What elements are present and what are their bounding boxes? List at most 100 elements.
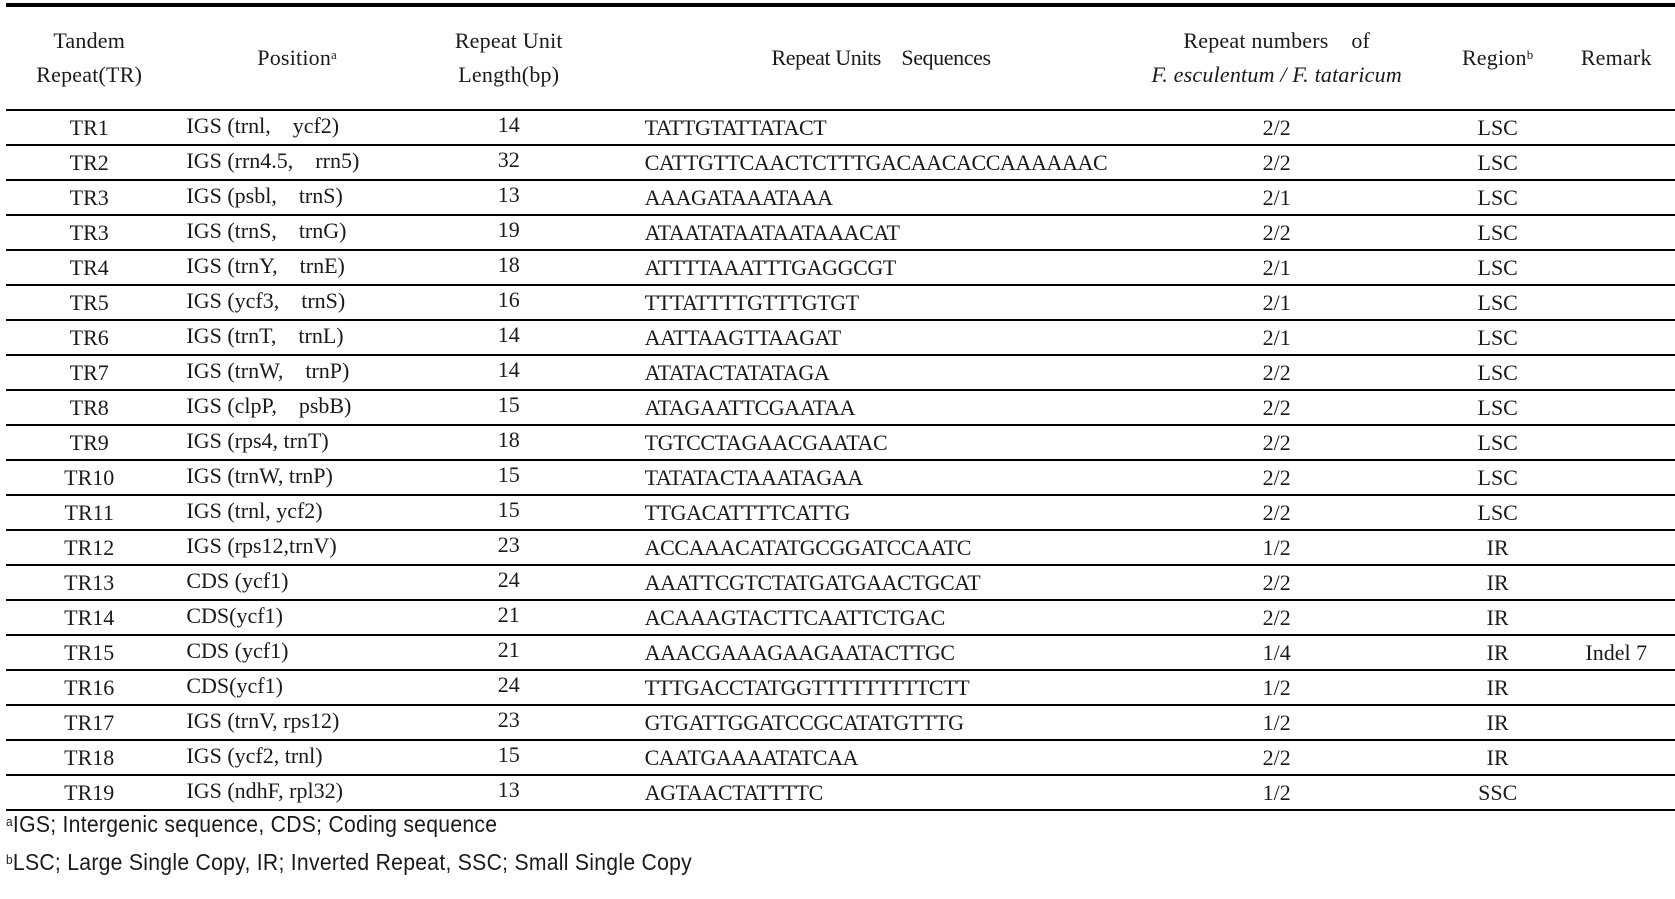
cell-sequence-text: ACAAAGTACTTCAATTCTGAC <box>644 604 946 630</box>
cell-position: CDS (ycf1) <box>172 635 422 670</box>
cell-sequence-text: TGTCCTAGAACGAATAC <box>644 429 888 455</box>
cell-region: IR <box>1438 530 1558 565</box>
cell-tandem-repeat-id-text: TR16 <box>64 674 115 700</box>
cell-repeat-unit-length-text: 13 <box>497 181 520 207</box>
cell-position-text: IGS (trnY, trnE) <box>186 252 345 278</box>
table-row: TR18 IGS (ycf2, trnl) 15 CAATGAAAATATCAA 2/2… <box>6 740 1675 775</box>
cell-remark <box>1557 110 1675 145</box>
cell-tandem-repeat-id: TR9 <box>6 425 172 460</box>
cell-region-text: LSC <box>1477 429 1518 455</box>
cell-repeat-numbers-text: 2/2 <box>1262 744 1291 770</box>
cell-sequence: ATTTTAAATTTGAGGCGT <box>596 250 1116 285</box>
cell-region-text: LSC <box>1477 149 1518 175</box>
cell-tandem-repeat-id-text: TR15 <box>64 639 115 665</box>
table-row: TR8 IGS (clpP, psbB) 15 ATAGAATTCGAATAA 2/2 L… <box>6 390 1675 425</box>
header-sequence-label: Repeat Units Sequences <box>771 45 992 70</box>
cell-tandem-repeat-id-text: TR18 <box>64 744 115 770</box>
cell-sequence: TTGACATTTTCATTG <box>596 495 1116 530</box>
cell-repeat-numbers-text: 2/2 <box>1262 429 1291 455</box>
cell-repeat-numbers-text: 1/2 <box>1262 674 1291 700</box>
cell-sequence: ACAAAGTACTTCAATTCTGAC <box>596 600 1116 635</box>
cell-tandem-repeat-id: TR10 <box>6 460 172 495</box>
cell-repeat-numbers-text: 2/1 <box>1262 184 1291 210</box>
cell-region: LSC <box>1438 460 1558 495</box>
cell-tandem-repeat-id: TR1 <box>6 110 172 145</box>
cell-sequence: AAATTCGTCTATGATGAACTGCAT <box>596 565 1116 600</box>
cell-position: IGS (trnV, rps12) <box>172 705 422 740</box>
cell-repeat-unit-length-text: 19 <box>497 216 520 242</box>
cell-repeat-numbers: 2/2 <box>1116 565 1438 600</box>
cell-repeat-unit-length-text: 23 <box>497 706 520 732</box>
cell-repeat-numbers: 1/2 <box>1116 705 1438 740</box>
cell-sequence: CATTGTTCAACTCTTTGACAACACCAAAAAAC <box>596 145 1116 180</box>
cell-repeat-unit-length: 15 <box>422 495 596 530</box>
footnote-a: aIGS; Intergenic sequence, CDS; Coding s… <box>6 805 692 843</box>
cell-remark-text: Indel 7 <box>1585 639 1648 665</box>
cell-repeat-numbers: 2/2 <box>1116 460 1438 495</box>
cell-tandem-repeat-id: TR3 <box>6 215 172 250</box>
cell-repeat-numbers: 1/4 <box>1116 635 1438 670</box>
cell-repeat-numbers: 2/1 <box>1116 285 1438 320</box>
cell-repeat-numbers-text: 2/2 <box>1262 149 1291 175</box>
table-row: TR13 CDS (ycf1) 24 AAATTCGTCTATGATGAACTGCAT… <box>6 565 1675 600</box>
cell-repeat-unit-length-text: 21 <box>497 636 520 662</box>
cell-sequence-text: ATATACTATATAGA <box>644 359 830 385</box>
cell-sequence-text: TTTGACCTATGGTTTTTTTTTCTT <box>644 674 970 700</box>
header-position: Positiona <box>172 5 422 110</box>
cell-region: IR <box>1438 565 1558 600</box>
cell-repeat-numbers: 1/2 <box>1116 530 1438 565</box>
cell-tandem-repeat-id-text: TR3 <box>69 184 109 210</box>
cell-tandem-repeat-id-text: TR9 <box>69 429 109 455</box>
cell-sequence: GTGATTGGATCCGCATATGTTTG <box>596 705 1116 740</box>
tandem-repeat-table: Tandem Repeat(TR) Positiona Repeat Unit … <box>6 3 1675 811</box>
cell-repeat-numbers-text: 2/2 <box>1262 499 1291 525</box>
cell-repeat-numbers: 2/2 <box>1116 425 1438 460</box>
cell-repeat-unit-length-text: 24 <box>497 566 520 592</box>
cell-sequence: TATTGTATTATACT <box>596 110 1116 145</box>
cell-region-text: LSC <box>1477 464 1518 490</box>
cell-repeat-unit-length-text: 14 <box>497 356 520 382</box>
cell-sequence-text: AAACGAAAGAAGAATACTTGC <box>644 639 955 665</box>
table-header: Tandem Repeat(TR) Positiona Repeat Unit … <box>6 5 1675 110</box>
cell-region-text: IR <box>1486 534 1509 560</box>
cell-tandem-repeat-id-text: TR12 <box>64 534 115 560</box>
cell-repeat-numbers-text: 2/2 <box>1262 359 1291 385</box>
header-remark-label: Remark <box>1580 45 1652 70</box>
cell-sequence-text: CAATGAAAATATCAA <box>644 744 859 770</box>
cell-sequence: ATAGAATTCGAATAA <box>596 390 1116 425</box>
cell-repeat-unit-length: 24 <box>422 565 596 600</box>
cell-repeat-unit-length: 23 <box>422 530 596 565</box>
cell-remark <box>1557 670 1675 705</box>
cell-tandem-repeat-id-text: TR7 <box>69 359 109 385</box>
cell-position: IGS (trnl, ycf2) <box>172 495 422 530</box>
header-length-line2: Length(bp) <box>458 62 560 87</box>
cell-sequence: TATATACTAAATAGAA <box>596 460 1116 495</box>
cell-tandem-repeat-id-text: TR19 <box>64 779 115 805</box>
cell-repeat-unit-length-text: 18 <box>497 251 520 277</box>
cell-tandem-repeat-id-text: TR14 <box>64 604 115 630</box>
cell-region-text: IR <box>1486 604 1509 630</box>
cell-region-text: SSC <box>1478 779 1518 805</box>
cell-repeat-unit-length-text: 14 <box>497 321 520 347</box>
cell-tandem-repeat-id-text: TR17 <box>64 709 115 735</box>
cell-repeat-unit-length-text: 21 <box>497 601 520 627</box>
cell-tandem-repeat-id: TR17 <box>6 705 172 740</box>
cell-remark <box>1557 320 1675 355</box>
cell-repeat-numbers: 2/2 <box>1116 495 1438 530</box>
header-repeat-line2-species: F. esculentum / F. tataricum <box>1151 62 1402 87</box>
cell-repeat-unit-length-text: 24 <box>497 671 520 697</box>
cell-repeat-unit-length: 18 <box>422 250 596 285</box>
cell-position-text: CDS(ycf1) <box>186 602 283 628</box>
cell-repeat-numbers: 2/2 <box>1116 215 1438 250</box>
cell-repeat-numbers: 1/2 <box>1116 670 1438 705</box>
cell-repeat-numbers-text: 2/2 <box>1262 219 1291 245</box>
cell-repeat-numbers: 2/1 <box>1116 180 1438 215</box>
cell-position-text: IGS (trnl, ycf2) <box>186 112 340 138</box>
table-row: TR6 IGS (trnT, trnL) 14 AATTAAGTTAAGAT 2/1 LS… <box>6 320 1675 355</box>
cell-position-text: CDS (ycf1) <box>186 637 289 663</box>
cell-position-text: IGS (ycf2, trnl) <box>186 742 323 768</box>
cell-sequence: ATAATATAATAATAAACAT <box>596 215 1116 250</box>
footnote-a-text: IGS; Intergenic sequence, CDS; Coding se… <box>12 811 498 837</box>
cell-region-text: LSC <box>1477 324 1518 350</box>
cell-position-text: CDS(ycf1) <box>186 672 283 698</box>
